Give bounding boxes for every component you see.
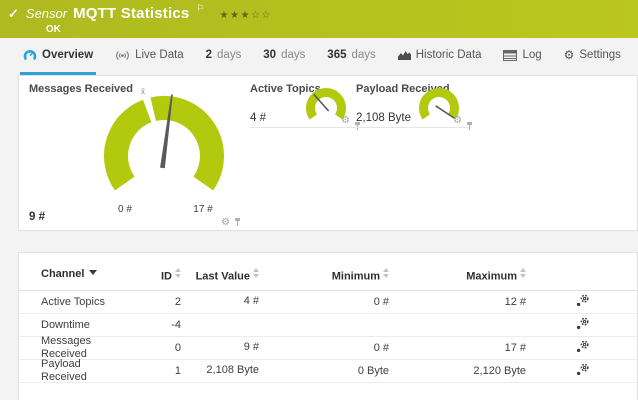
gauge-tools: ⚙	[453, 116, 466, 126]
gauge-cell-active-topics: Active Topics 4 # ⚙	[250, 82, 356, 128]
cell-maximum: 2,120 Byte	[389, 365, 526, 377]
tab-30-days[interactable]: 30days	[260, 38, 308, 75]
status-badge: OK	[46, 24, 272, 35]
edit-channel-settings-icon[interactable]	[576, 317, 590, 333]
column-header-minimum[interactable]: Minimum	[259, 268, 389, 283]
table-row[interactable]: Downtime-4	[19, 314, 637, 337]
prtg-sensor-page: ✓ Sensor MQTT Statistics ⚐ ★★★☆☆ OK Over…	[0, 0, 638, 400]
log-icon	[503, 50, 517, 61]
gear-icon[interactable]: ⚙	[341, 116, 350, 126]
tab-settings[interactable]: ⚙Settings	[561, 38, 624, 75]
pin-icon[interactable]	[234, 214, 241, 232]
cell-last-value: 9 #	[181, 341, 259, 355]
gauge-cell-payload-received: Payload Received 2,108 Byte ⚙	[356, 82, 468, 128]
edit-channel-settings-icon[interactable]	[576, 363, 590, 379]
tab-historic-data[interactable]: Historic Data	[395, 38, 485, 75]
edit-channel-settings-icon[interactable]	[576, 340, 590, 356]
primary-gauge: x̄ 0 # 17 #	[89, 84, 239, 218]
page-title: MQTT Statistics	[73, 5, 189, 22]
column-header-last-value[interactable]: Last Value	[181, 268, 259, 284]
channels-panel: Channel ID Last Value Minimum Maximum Ac…	[18, 252, 638, 400]
gauge-max-label: 17 #	[193, 204, 213, 215]
gauge-value: 4 #	[250, 112, 266, 124]
gauge-icon	[23, 49, 37, 61]
table-body: Active Topics24 #0 #12 #Downtime-4Messag…	[19, 291, 637, 383]
table-row[interactable]: Payload Received12,108 Byte0 Byte2,120 B…	[19, 360, 637, 383]
cell-channel[interactable]: Payload Received	[19, 358, 129, 384]
sort-caret-icon	[89, 270, 97, 275]
gear-icon[interactable]: ⚙	[453, 116, 462, 126]
live-data-icon	[115, 50, 130, 61]
primary-gauge-tools: ⚙	[221, 214, 241, 232]
tab-bar: Overview Live Data 2days 30days 365days Histo…	[0, 38, 638, 75]
tab-2-days[interactable]: 2days	[203, 38, 245, 75]
gauge-tools: ⚙	[341, 116, 354, 126]
cell-id: 1	[129, 365, 181, 377]
cell-maximum: 17 #	[389, 342, 526, 354]
column-header-id[interactable]: ID	[129, 268, 181, 283]
object-kind-label: Sensor	[26, 6, 67, 21]
cell-id: 0	[129, 342, 181, 354]
table-row[interactable]: Active Topics24 #0 #12 #	[19, 291, 637, 314]
edit-channel-settings-icon[interactable]	[576, 294, 590, 310]
cell-minimum: 0 #	[259, 296, 389, 308]
status-check-icon: ✓	[8, 6, 19, 22]
sensor-header: ✓ Sensor MQTT Statistics ⚐ ★★★☆☆ OK	[0, 0, 638, 38]
cell-id: -4	[129, 319, 181, 331]
cell-channel[interactable]: Active Topics	[19, 296, 129, 309]
gauges-panel: Messages Received x̄0 #17 # 9 # ⚙ Active…	[18, 75, 638, 231]
table-row[interactable]: Messages Received09 #0 #17 #	[19, 337, 637, 360]
gear-icon: ⚙	[564, 49, 575, 61]
cell-last-value: 4 #	[181, 295, 259, 309]
gauge-value: 2,108 Byte	[356, 112, 411, 124]
flag-icon[interactable]: ⚐	[196, 3, 204, 14]
tab-log[interactable]: Log	[500, 38, 544, 75]
gauge-min-label: 0 #	[118, 204, 132, 215]
gear-icon[interactable]: ⚙	[221, 218, 230, 228]
chart-icon	[398, 50, 411, 60]
tab-overview[interactable]: Overview	[20, 38, 96, 75]
cell-minimum: 0 Byte	[259, 365, 389, 377]
cell-minimum: 0 #	[259, 342, 389, 354]
table-header: Channel ID Last Value Minimum Maximum	[19, 253, 637, 291]
column-header-channel[interactable]: Channel	[19, 268, 129, 281]
cell-id: 2	[129, 296, 181, 308]
cell-maximum: 12 #	[389, 296, 526, 308]
cell-last-value: 2,108 Byte	[181, 364, 259, 378]
tab-365-days[interactable]: 365days	[324, 38, 378, 75]
primary-gauge-value: 9 #	[29, 211, 45, 223]
cell-channel[interactable]: Downtime	[19, 319, 129, 332]
sort-arrows-icon	[520, 268, 526, 278]
average-marker: x̄	[141, 87, 145, 96]
tab-live-data[interactable]: Live Data	[112, 38, 187, 75]
priority-stars[interactable]: ★★★☆☆	[220, 10, 272, 21]
column-header-maximum[interactable]: Maximum	[389, 268, 526, 283]
